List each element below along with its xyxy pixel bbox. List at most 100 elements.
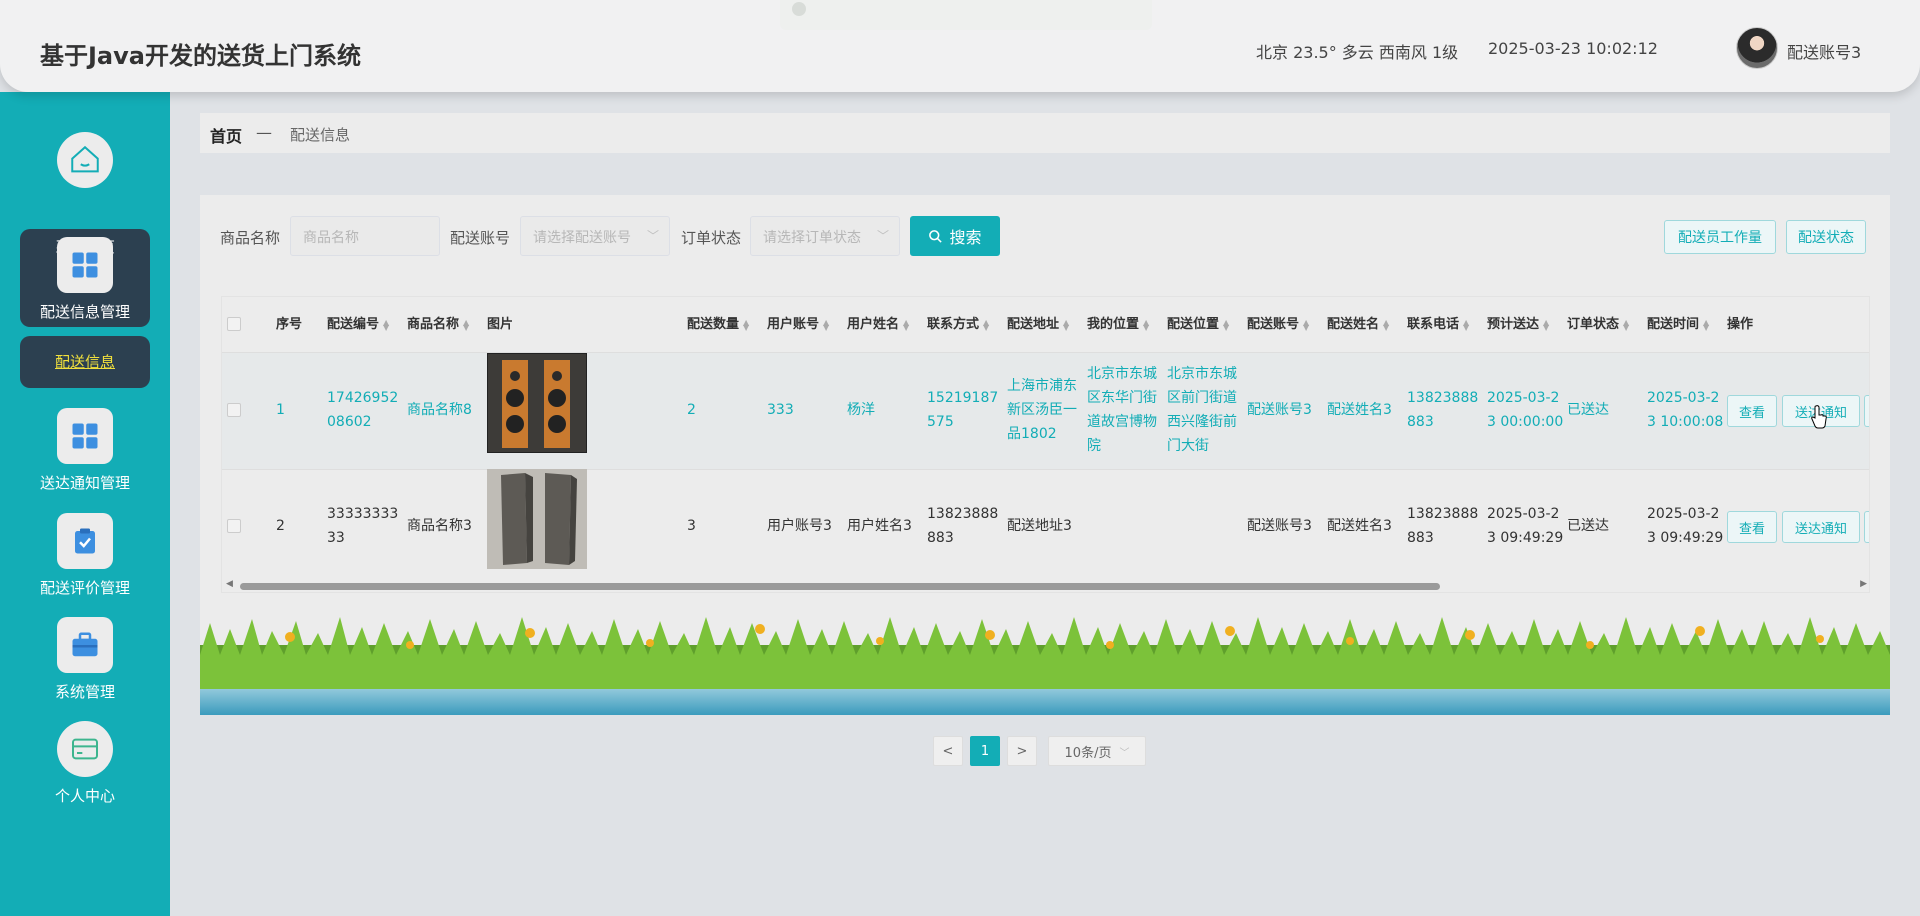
col-header[interactable]: 配送编号 ▲ ▼ [327, 297, 391, 352]
workload-button[interactable]: 配送员工作量 [1664, 220, 1776, 254]
sidebar-item-label: 送达通知管理 [39, 474, 130, 492]
sort-icon: ▲ ▼ [903, 317, 910, 332]
scroll-left-icon[interactable]: ◀ [226, 579, 233, 589]
product-image[interactable] [487, 353, 587, 453]
product-image[interactable] [487, 469, 587, 569]
col-header[interactable]: 配送账号 ▲ ▼ [1247, 297, 1311, 352]
row-checkbox[interactable] [227, 403, 241, 417]
col-header: 图片 [487, 317, 514, 332]
sort-icon: ▲ ▼ [1143, 317, 1150, 332]
scroll-right-icon[interactable]: ▶ [1860, 579, 1867, 589]
app-title: 基于Java开发的送货上门系统 [40, 42, 361, 70]
page-size-select[interactable]: 10条/页 ﹀ [1048, 736, 1146, 766]
breadcrumb-home[interactable]: 首页 [210, 123, 242, 147]
mouse-cursor-icon [1811, 405, 1827, 429]
col-header[interactable]: 我的位置 ▲ ▼ [1087, 297, 1151, 352]
product-name-placeholder: 商品名称 [303, 230, 359, 246]
courier-account-select[interactable]: 请选择配送账号 ﹀ [520, 216, 670, 256]
page-1-button[interactable]: 1 [970, 736, 1000, 766]
sidebar-item-home[interactable]: 系统首页 [20, 132, 150, 256]
col-header[interactable]: 配送时间 ▲ ▼ [1647, 297, 1711, 352]
col-header[interactable]: 用户账号 ▲ ▼ [767, 297, 831, 352]
col-header[interactable]: 商品名称 ▲ ▼ [407, 297, 471, 352]
sort-icon: ▲ ▼ [1543, 317, 1550, 332]
sidebar-item-delivery-info[interactable]: 配送信息管理 [20, 237, 150, 321]
cell-address: 上海市浦东新区汤臣一品1802 [1007, 378, 1077, 442]
breadcrumb: 首页 — 配送信息 [200, 113, 1890, 153]
product-name-input[interactable]: 商品名称 [290, 216, 440, 256]
view-button[interactable]: 查看 [1727, 395, 1777, 427]
next-page-button[interactable]: > [1007, 736, 1037, 766]
briefcase-icon [57, 617, 113, 673]
sort-icon: ▲ ▼ [463, 317, 470, 332]
breadcrumb-separator: — [256, 123, 272, 142]
col-header: 操作 [1727, 317, 1754, 332]
search-button-label: 搜索 [949, 228, 982, 247]
cell-user-account: 用户账号3 [767, 518, 832, 534]
cell-index: 2 [276, 518, 285, 534]
col-header[interactable]: 配送数量 ▲ ▼ [687, 297, 751, 352]
cell-user-name: 用户姓名3 [847, 518, 912, 534]
col-header[interactable]: 配送位置 ▲ ▼ [1167, 297, 1231, 352]
notify-button[interactable]: 送达通知 [1782, 511, 1860, 543]
cell-delivery-no: 1742695208602 [327, 390, 399, 430]
sort-icon: ▲ ▼ [983, 317, 990, 332]
grass-banner [200, 617, 1890, 715]
weather-info: 北京 23.5° 多云 西南风 1级 [1256, 43, 1459, 62]
cell-contact: 15219187575 [927, 390, 999, 430]
sort-icon: ▲ ▼ [1703, 317, 1710, 332]
delivery-status-button[interactable]: 配送状态 [1786, 220, 1866, 254]
col-header[interactable]: 配送姓名 ▲ ▼ [1327, 297, 1391, 352]
chevron-down-icon: ﹀ [646, 229, 659, 243]
sort-icon: ▲ ▼ [1063, 317, 1070, 332]
order-status-select[interactable]: 请选择订单状态 ﹀ [750, 216, 900, 256]
search-button[interactable]: 搜索 [910, 216, 1000, 256]
cell-user-account: 333 [767, 402, 794, 418]
sort-icon: ▲ ▼ [1303, 317, 1310, 332]
cell-index: 1 [276, 402, 285, 418]
sidebar-item-system[interactable]: 系统管理 [20, 617, 150, 701]
prev-page-button[interactable]: < [933, 736, 963, 766]
select-all-checkbox[interactable] [227, 317, 241, 331]
cell-courier-account: 配送账号3 [1247, 518, 1312, 534]
order-status-label: 订单状态 [681, 229, 742, 247]
col-header[interactable]: 预计送达 ▲ ▼ [1487, 297, 1551, 352]
cell-courier-phone: 13823888883 [1407, 390, 1479, 430]
col-header[interactable]: 联系方式 ▲ ▼ [927, 297, 991, 352]
sidebar-item-notification[interactable]: 送达通知管理 [20, 408, 150, 492]
avatar[interactable] [1736, 27, 1778, 69]
message-toast [780, 0, 1152, 30]
horizontal-scrollbar[interactable]: ◀ ▶ [222, 578, 1869, 592]
col-header[interactable]: 用户姓名 ▲ ▼ [847, 297, 911, 352]
more-button[interactable] [1864, 395, 1869, 427]
cell-quantity: 2 [687, 402, 696, 418]
sidebar-subitem-delivery-info[interactable]: 配送信息 [20, 336, 150, 388]
row-divider [222, 469, 1869, 470]
main-panel: 商品名称 商品名称 配送账号 请选择配送账号 ﹀ 订单状态 请选择订单状态 ﹀ 搜索… [200, 195, 1890, 715]
username[interactable]: 配送账号3 [1787, 39, 1861, 63]
sidebar-item-label: 系统管理 [54, 683, 115, 701]
col-header[interactable]: 配送地址 ▲ ▼ [1007, 297, 1071, 352]
more-button[interactable] [1864, 511, 1869, 543]
col-header[interactable]: 联系电话 ▲ ▼ [1407, 297, 1471, 352]
sidebar-item-label: 个人中心 [54, 787, 115, 805]
cell-product: 商品名称8 [407, 402, 472, 418]
scrollbar-thumb[interactable] [240, 583, 1440, 590]
cell-eta: 2025-03-23 00:00:00 [1487, 390, 1564, 430]
sort-icon: ▲ ▼ [1223, 317, 1230, 332]
current-datetime: 2025-03-23 10:02:12 [1488, 39, 1658, 58]
sort-icon: ▲ ▼ [823, 317, 830, 332]
sidebar-item-review[interactable]: 配送评价管理 [20, 513, 150, 597]
sidebar-item-personal[interactable]: 个人中心 [20, 721, 150, 805]
sidebar-item-label: 配送信息管理 [39, 303, 130, 321]
delivery-table: 序号 配送编号 ▲ ▼ 商品名称 ▲ ▼ 图片 配送数量 ▲ ▼ 用户账号 ▲ ▼ 用户姓名 ▲ ▼… [221, 296, 1870, 593]
row-checkbox[interactable] [227, 519, 241, 533]
sidebar-item-label: 配送评价管理 [39, 579, 130, 597]
grid-icon [57, 237, 113, 293]
toast-icon [792, 2, 806, 16]
col-header[interactable]: 订单状态 ▲ ▼ [1567, 297, 1631, 352]
sort-icon: ▲ ▼ [1383, 317, 1390, 332]
cell-delivery-location: 北京市东城区前门街道西兴隆街前门大街 [1167, 366, 1237, 454]
view-button[interactable]: 查看 [1727, 511, 1777, 543]
cell-delivery-time: 2025-03-23 09:49:29 [1647, 506, 1724, 546]
